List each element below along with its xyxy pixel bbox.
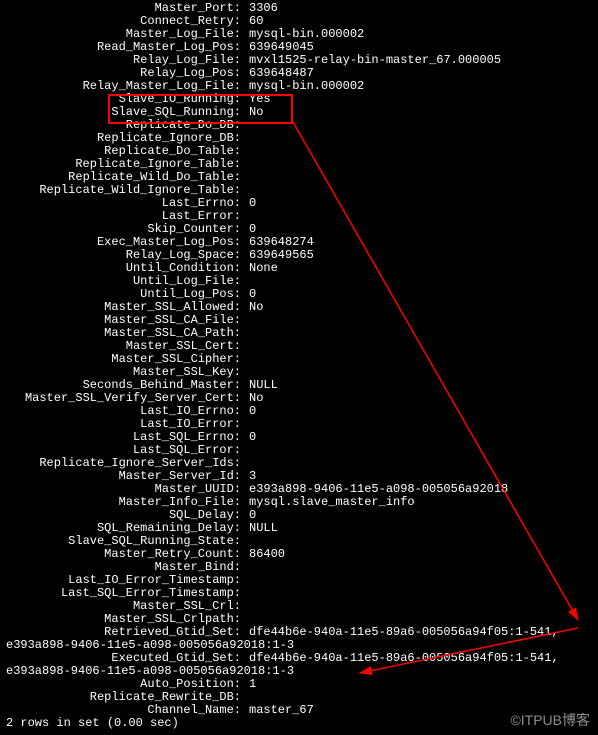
status-value — [245, 327, 249, 340]
status-row: Master_SSL_CA_Path: — [0, 327, 598, 340]
status-value — [245, 353, 249, 366]
status-value: None — [245, 262, 278, 275]
status-value: 86400 — [245, 548, 285, 561]
status-row: Until_Log_File: — [0, 275, 598, 288]
footer-line: 2 rows in set (0.00 sec) — [0, 717, 598, 730]
status-row: Master_SSL_Cipher: — [0, 353, 598, 366]
status-value — [245, 444, 249, 457]
status-row: Until_Log_Pos:0 — [0, 288, 598, 301]
status-row: Replicate_Wild_Ignore_Table: — [0, 184, 598, 197]
status-row: Master_Port:3306 — [0, 2, 598, 15]
status-value: master_67 — [245, 704, 314, 717]
status-value: No — [245, 106, 263, 119]
status-row: Last_Errno:0 — [0, 197, 598, 210]
status-row: Master_Info_File:mysql.slave_master_info — [0, 496, 598, 509]
status-value: 1 — [245, 678, 256, 691]
status-value — [245, 561, 249, 574]
status-row: Master_SSL_Crl: — [0, 600, 598, 613]
status-value: NULL — [245, 522, 278, 535]
status-row: Master_SSL_Allowed:No — [0, 301, 598, 314]
status-value — [245, 340, 249, 353]
status-row: Master_Retry_Count:86400 — [0, 548, 598, 561]
status-value — [245, 119, 249, 132]
status-row: Last_IO_Errno:0 — [0, 405, 598, 418]
status-row: Master_SSL_CA_File: — [0, 314, 598, 327]
status-row: Last_Error: — [0, 210, 598, 223]
status-row: Replicate_Ignore_DB: — [0, 132, 598, 145]
status-row: Slave_IO_Running:Yes — [0, 93, 598, 106]
status-row: Master_SSL_Cert: — [0, 340, 598, 353]
status-value — [245, 600, 249, 613]
status-value — [245, 158, 249, 171]
status-row: Replicate_Do_DB: — [0, 119, 598, 132]
status-row: Slave_SQL_Running:No — [0, 106, 598, 119]
status-value — [245, 587, 249, 600]
terminal-output: Master_Port:3306Connect_Retry:60Master_L… — [0, 2, 598, 717]
watermark: ©ITPUB博客 — [510, 714, 590, 727]
status-row: Relay_Log_Space:639649565 — [0, 249, 598, 262]
status-row: Master_SSL_Verify_Server_Cert:No — [0, 392, 598, 405]
status-row: Last_SQL_Errno:0 — [0, 431, 598, 444]
status-row: Last_SQL_Error_Timestamp: — [0, 587, 598, 600]
status-row: Relay_Master_Log_File:mysql-bin.000002 — [0, 80, 598, 93]
status-value — [245, 132, 249, 145]
status-value — [245, 145, 249, 158]
status-value: No — [245, 301, 263, 314]
status-value — [245, 314, 249, 327]
status-continuation: e393a898-9406-11e5-a098-005056a92018:1-3 — [0, 665, 598, 678]
status-value: 0 — [245, 197, 256, 210]
status-row: Until_Condition:None — [0, 262, 598, 275]
status-value — [245, 171, 249, 184]
status-row: SQL_Delay:0 — [0, 509, 598, 522]
status-value: 0 — [245, 405, 256, 418]
status-row: Last_IO_Error: — [0, 418, 598, 431]
status-row: Replicate_Ignore_Server_Ids: — [0, 457, 598, 470]
status-value: 0 — [245, 431, 256, 444]
status-value: mysql.slave_master_info — [245, 496, 415, 509]
status-value — [245, 574, 249, 587]
status-row: Slave_SQL_Running_State: — [0, 535, 598, 548]
